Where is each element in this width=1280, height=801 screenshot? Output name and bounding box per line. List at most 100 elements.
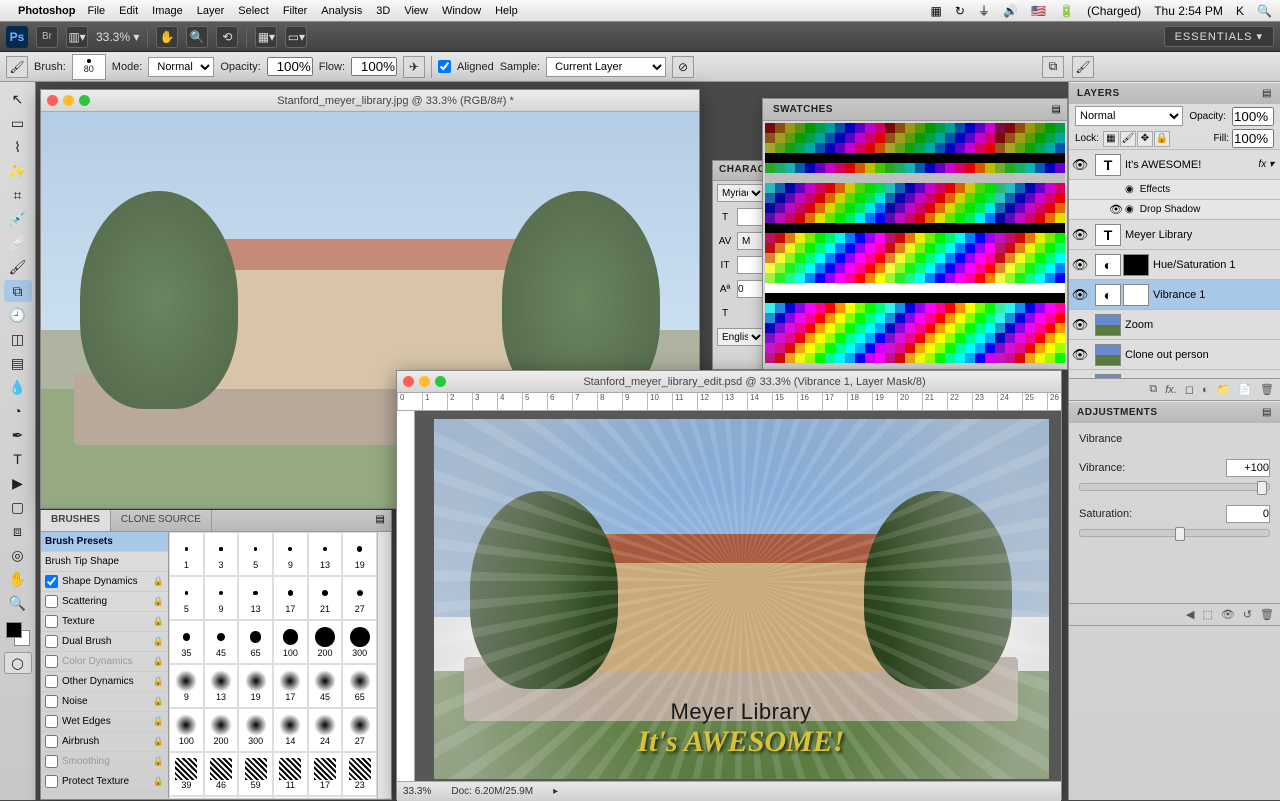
brush-preset[interactable]: 17 — [308, 752, 343, 796]
brush-preset[interactable]: 11 — [273, 752, 308, 796]
wand-tool-icon[interactable]: ✨ — [4, 160, 32, 182]
battery-icon[interactable]: 🔋 — [1059, 4, 1074, 18]
brush-preset[interactable]: 9 — [169, 664, 204, 708]
menu-extra-icon[interactable]: ▦ — [930, 4, 941, 18]
close-icon[interactable] — [403, 376, 414, 387]
app-zoom[interactable]: 33.3% ▾ — [96, 30, 139, 44]
brush-preset[interactable]: 45 — [308, 664, 343, 708]
layer-row[interactable]: 👁◉ Drop Shadow — [1069, 200, 1280, 220]
brush-preset[interactable]: 35 — [169, 620, 204, 664]
brush-option-row[interactable]: Noise🔒 — [41, 692, 168, 712]
brush-preset[interactable]: 1 — [169, 532, 204, 576]
menu-window[interactable]: Window — [442, 5, 481, 17]
minimize-icon[interactable] — [419, 376, 430, 387]
adj-trash-icon[interactable]: 🗑 — [1260, 608, 1274, 621]
brush-preset[interactable]: 13 — [204, 664, 239, 708]
airbrush-toggle-icon[interactable]: ✈ — [403, 56, 425, 78]
lock-pixels-icon[interactable]: 🖌 — [1120, 131, 1136, 147]
adjustments-menu-icon[interactable]: ▤ — [1262, 407, 1272, 418]
brush-preset[interactable]: 46 — [204, 752, 239, 796]
aligned-checkbox[interactable] — [438, 60, 451, 73]
brush-preset[interactable]: 3 — [204, 532, 239, 576]
brush-scrollbar[interactable] — [377, 532, 391, 798]
zoom-tool-icon[interactable]: 🔍 — [186, 26, 208, 48]
minimize-icon[interactable] — [63, 95, 74, 106]
swatches-grid[interactable] — [763, 121, 1067, 369]
status-arrow-icon[interactable]: ▸ — [553, 786, 558, 797]
zoom-window-icon[interactable] — [79, 95, 90, 106]
crop-tool-icon[interactable]: ⌗ — [4, 184, 32, 206]
brush-preset[interactable]: 45 — [204, 620, 239, 664]
vibrance-input[interactable] — [1226, 459, 1270, 477]
close-icon[interactable] — [47, 95, 58, 106]
brush-preset[interactable]: 13 — [308, 532, 343, 576]
clone-stamp-tool-icon[interactable]: ⧉ — [4, 280, 32, 302]
move-tool-icon[interactable]: ↖ — [4, 88, 32, 110]
color-swatches[interactable] — [6, 622, 30, 646]
brush-preset[interactable]: 36 — [169, 796, 204, 798]
brush-preset[interactable]: 33 — [342, 796, 377, 798]
path-select-tool-icon[interactable]: ▶ — [4, 472, 32, 494]
volume-icon[interactable]: 🔊 — [1003, 4, 1018, 18]
sample-select[interactable]: Current Layer — [546, 57, 666, 77]
quickmask-icon[interactable]: ◯ — [4, 652, 32, 674]
brush-preset[interactable]: 100 — [273, 620, 308, 664]
brush-option-row[interactable]: Texture🔒 — [41, 612, 168, 632]
tool-preset-icon[interactable]: 🖌 — [6, 56, 28, 78]
flag-icon[interactable]: 🇺🇸 — [1031, 4, 1046, 18]
lock-all-icon[interactable]: 🔒 — [1154, 131, 1170, 147]
opacity-input[interactable] — [267, 57, 313, 76]
ps-logo-icon[interactable]: Ps — [6, 26, 28, 48]
brush-preset[interactable]: 14 — [273, 708, 308, 752]
brush-preset[interactable]: 5 — [169, 576, 204, 620]
rotate-view-icon[interactable]: ⟲ — [216, 26, 238, 48]
brush-preset[interactable]: 27 — [342, 708, 377, 752]
layer-opacity-input[interactable] — [1232, 107, 1274, 126]
brush-preset[interactable]: 14 — [273, 796, 308, 798]
brush-preset[interactable]: 44 — [204, 796, 239, 798]
layer-fx-icon[interactable]: fx. — [1165, 384, 1177, 396]
brush-preset[interactable]: 5 — [238, 532, 273, 576]
lock-position-icon[interactable]: ✥ — [1137, 131, 1153, 147]
layer-row[interactable]: 👁TIt's AWESOME!fx ▾ — [1069, 150, 1280, 180]
lock-transparent-icon[interactable]: ▦ — [1103, 131, 1119, 147]
menu-3d[interactable]: 3D — [376, 5, 390, 17]
brush-option-row[interactable]: Scattering🔒 — [41, 592, 168, 612]
brush-option-row[interactable]: Brush Presets — [41, 532, 168, 552]
layer-row[interactable]: 👁Clone out person — [1069, 340, 1280, 370]
layer-row[interactable]: 👁Background🔒 — [1069, 370, 1280, 378]
user-menu[interactable]: K — [1236, 4, 1244, 18]
brush-option-row[interactable]: Protect Texture🔒 — [41, 772, 168, 792]
brush-tool-icon[interactable]: 🖌 — [4, 256, 32, 278]
layer-row[interactable]: 👁Vibrance 1 — [1069, 280, 1280, 310]
brush-presets-grid[interactable]: 1359131959131721273545651002003009131917… — [169, 532, 377, 798]
menu-analysis[interactable]: Analysis — [321, 5, 362, 17]
brush-preset[interactable]: 59 — [238, 752, 273, 796]
brush-preset[interactable]: 9 — [273, 532, 308, 576]
menu-view[interactable]: View — [404, 5, 428, 17]
shape-tool-icon[interactable]: ▢ — [4, 496, 32, 518]
brush-option-row[interactable]: Shape Dynamics🔒 — [41, 572, 168, 592]
doc2-canvas[interactable]: Meyer Library It's AWESOME! — [415, 411, 1061, 781]
brush-preset[interactable]: 200 — [204, 708, 239, 752]
app-name[interactable]: Photoshop — [18, 5, 75, 17]
brush-preset[interactable]: 17 — [273, 576, 308, 620]
brush-preview[interactable]: 80 — [72, 54, 106, 80]
sync-icon[interactable]: ↻ — [955, 4, 965, 18]
brush-preset[interactable]: 21 — [308, 576, 343, 620]
adj-clip-icon[interactable]: ⬚ — [1202, 608, 1212, 621]
brush-preset[interactable]: 300 — [238, 708, 273, 752]
brush-option-row[interactable]: Color Dynamics🔒 — [41, 652, 168, 672]
menu-select[interactable]: Select — [238, 5, 269, 17]
menu-file[interactable]: File — [87, 5, 105, 17]
brush-preset[interactable]: 65 — [238, 620, 273, 664]
clone-source-icon[interactable]: ⧉ — [1042, 56, 1064, 78]
dodge-tool-icon[interactable]: ◔ — [4, 400, 32, 422]
brush-preset[interactable]: 19 — [238, 664, 273, 708]
clock[interactable]: Thu 2:54 PM — [1154, 4, 1223, 18]
language-select[interactable]: English — [717, 328, 765, 346]
adj-reset-icon[interactable]: ↺ — [1243, 608, 1252, 621]
hand-tool-icon[interactable]: ✋ — [156, 26, 178, 48]
pen-tool-icon[interactable]: ✒ — [4, 424, 32, 446]
bridge-launch-icon[interactable]: Br — [36, 26, 58, 48]
